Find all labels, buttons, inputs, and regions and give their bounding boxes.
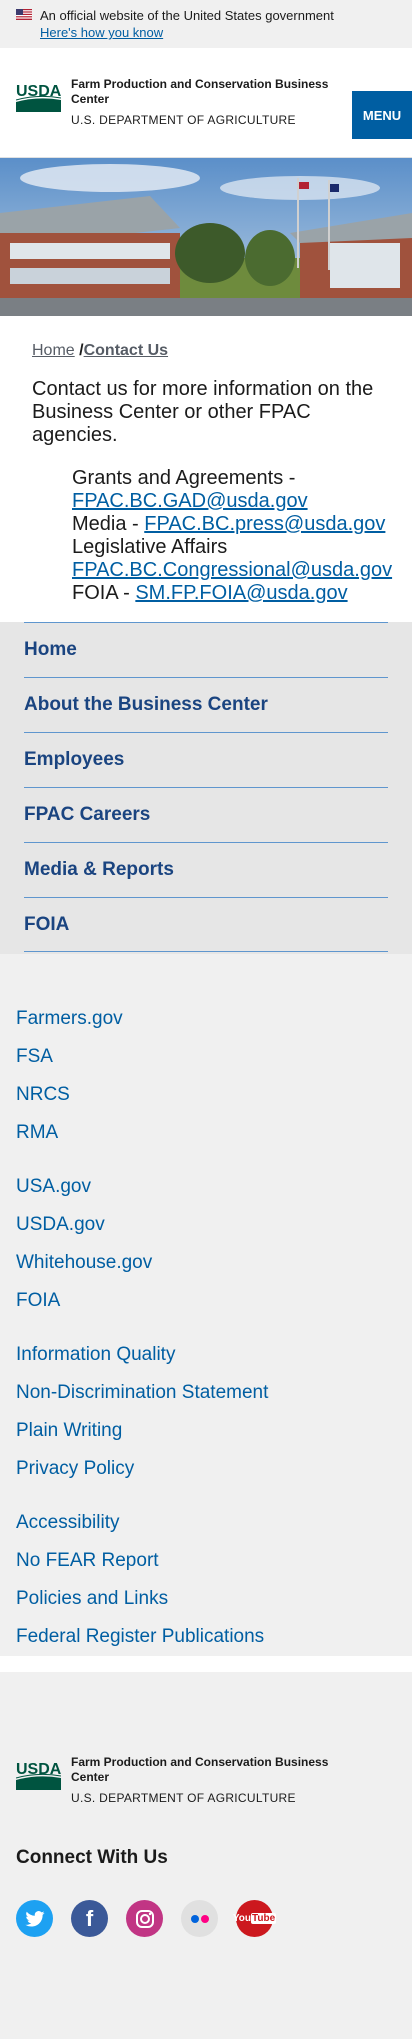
footer-link[interactable]: RMA — [16, 1114, 396, 1152]
facebook-icon[interactable]: f — [71, 1900, 108, 1937]
contact-email-link[interactable]: FPAC.BC.Congressional@usda.gov — [72, 559, 392, 581]
usda-logo[interactable]: USDA — [16, 80, 61, 112]
footer-link[interactable]: Federal Register Publications — [16, 1618, 396, 1656]
breadcrumb-current-link[interactable]: Contact Us — [84, 342, 168, 359]
sidenav-item-about[interactable]: About the Business Center — [24, 677, 388, 732]
hero-image — [0, 158, 412, 316]
footer-link[interactable]: Plain Writing — [16, 1412, 396, 1450]
contact-foia: FOIA - SM.FP.FOIA@usda.gov — [72, 582, 392, 605]
footer-link[interactable]: Information Quality — [16, 1336, 396, 1374]
site-header: USDA Farm Production and Conservation Bu… — [0, 48, 412, 158]
us-flag-icon — [16, 9, 32, 20]
footer-link-group-policies: Information Quality Non-Discrimination S… — [16, 1336, 396, 1488]
contact-email-link[interactable]: FPAC.BC.press@usda.gov — [144, 513, 385, 535]
footer-link[interactable]: No FEAR Report — [16, 1542, 396, 1580]
sidenav-item-foia[interactable]: FOIA — [24, 897, 388, 952]
agency-name: Farm Production and Conservation Busines… — [71, 77, 329, 106]
menu-button[interactable]: MENU — [352, 91, 412, 139]
usda-logo[interactable]: USDA — [16, 1758, 61, 1790]
twitter-icon[interactable] — [16, 1900, 53, 1937]
footer-agency-name: Farm Production and Conservation Busines… — [71, 1755, 329, 1784]
contact-intro-text: Contact us for more information on the B… — [32, 378, 374, 446]
heres-how-you-know-link[interactable]: Here's how you know — [40, 24, 396, 41]
footer-link[interactable]: Non-Discrimination Statement — [16, 1374, 396, 1412]
youtube-icon[interactable]: YouTube — [233, 1900, 277, 1937]
side-navigation: Home About the Business Center Employees… — [0, 622, 412, 954]
contact-label: FOIA - — [72, 582, 136, 604]
footer-agency-title[interactable]: Farm Production and Conservation Busines… — [71, 1755, 351, 1806]
footer-link[interactable]: USDA.gov — [16, 1206, 396, 1244]
official-website-text: An official website of the United States… — [40, 8, 334, 23]
social-links: f YouTube — [16, 1900, 277, 1937]
department-name: U.S. DEPARTMENT OF AGRICULTURE — [71, 113, 296, 127]
instagram-icon[interactable] — [126, 1900, 163, 1937]
sidenav-item-careers[interactable]: FPAC Careers — [24, 787, 388, 842]
breadcrumb: Home /Contact Us — [0, 316, 412, 368]
footer-link[interactable]: FOIA — [16, 1282, 396, 1320]
contact-label: Media - — [72, 513, 145, 535]
breadcrumb-home-link[interactable]: Home — [32, 342, 75, 359]
footer-links: Farmers.gov FSA NRCS RMA USA.gov USDA.go… — [0, 954, 412, 1656]
footer-link[interactable]: Whitehouse.gov — [16, 1244, 396, 1282]
contact-legislative: Legislative Affairs FPAC.BC.Congressiona… — [72, 536, 392, 582]
flickr-icon[interactable] — [181, 1900, 218, 1937]
contact-list: Grants and Agreements - FPAC.BC.GAD@usda… — [0, 447, 412, 622]
footer-link[interactable]: FSA — [16, 1038, 396, 1076]
footer-link[interactable]: Farmers.gov — [16, 1000, 396, 1038]
footer-link[interactable]: Privacy Policy — [16, 1450, 396, 1488]
footer-link-group-accessibility: Accessibility No FEAR Report Policies an… — [16, 1504, 396, 1656]
footer-link-group-agencies: Farmers.gov FSA NRCS RMA — [16, 1000, 396, 1152]
contact-label: Grants and Agreements - — [72, 467, 296, 489]
contact-grants: Grants and Agreements - FPAC.BC.GAD@usda… — [72, 467, 392, 513]
contact-email-link[interactable]: SM.FP.FOIA@usda.gov — [135, 582, 347, 604]
connect-with-us-heading: Connect With Us — [16, 1847, 168, 1868]
footer-link-group-government: USA.gov USDA.gov Whitehouse.gov FOIA — [16, 1168, 396, 1320]
sidenav-item-employees[interactable]: Employees — [24, 732, 388, 787]
sidenav-item-home[interactable]: Home — [24, 622, 388, 677]
footer-link[interactable]: USA.gov — [16, 1168, 396, 1206]
contact-media: Media - FPAC.BC.press@usda.gov — [72, 513, 392, 536]
sidenav-item-media-reports[interactable]: Media & Reports — [24, 842, 388, 897]
footer-identity: USDA Farm Production and Conservation Bu… — [0, 1672, 412, 2039]
footer-link[interactable]: Accessibility — [16, 1504, 396, 1542]
agency-title[interactable]: Farm Production and Conservation Busines… — [71, 77, 341, 128]
contact-label: Legislative Affairs — [72, 536, 228, 558]
footer-link[interactable]: NRCS — [16, 1076, 396, 1114]
gov-banner: An official website of the United States… — [0, 0, 412, 48]
footer-link[interactable]: Policies and Links — [16, 1580, 396, 1618]
contact-email-link[interactable]: FPAC.BC.GAD@usda.gov — [72, 490, 308, 512]
footer-department-name: U.S. DEPARTMENT OF AGRICULTURE — [71, 1791, 296, 1805]
